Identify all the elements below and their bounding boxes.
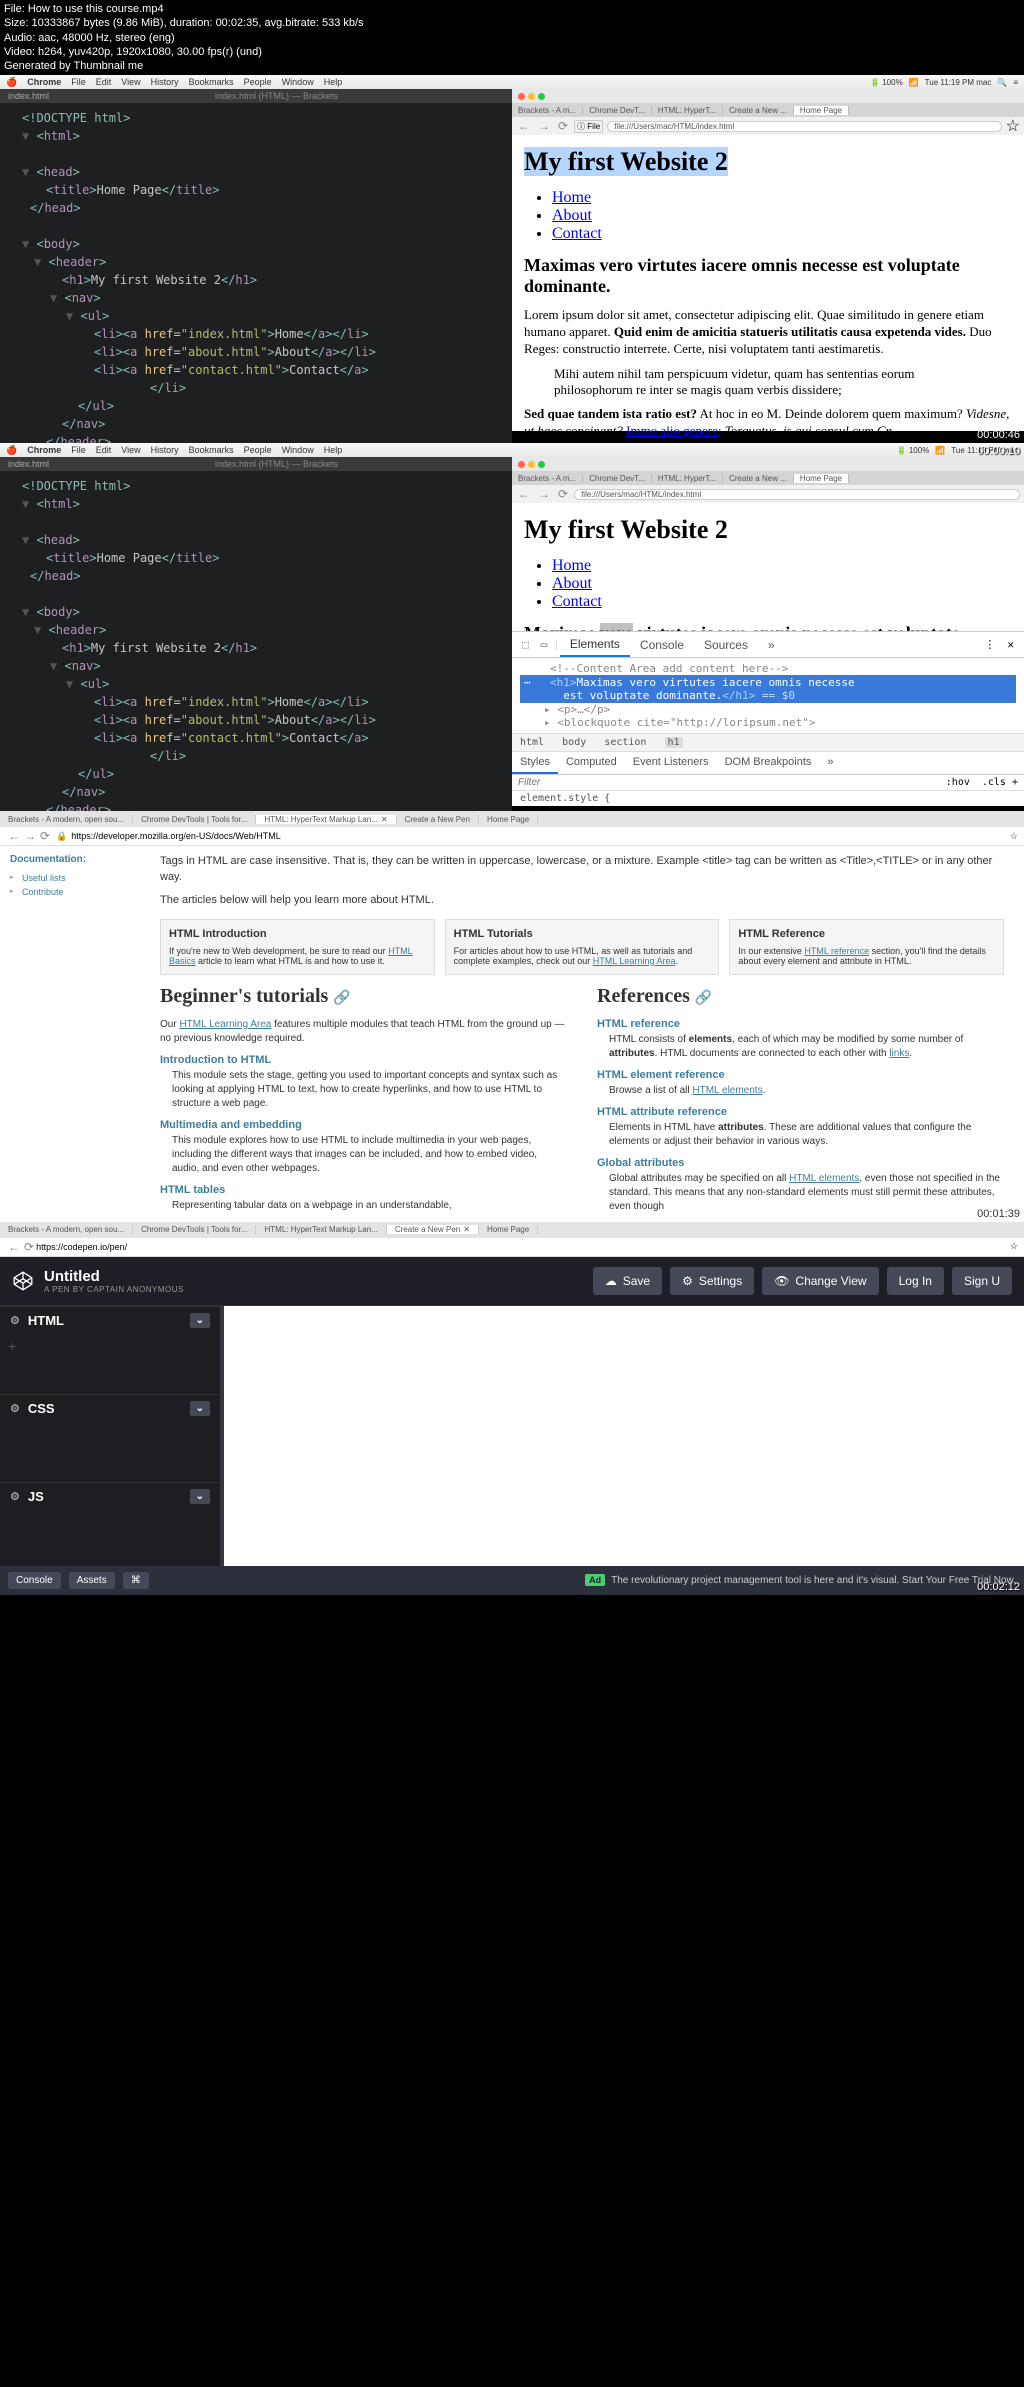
frame-2: 🍎Chrome FileEditView HistoryBookmarksPeo…	[0, 443, 1024, 811]
back-icon[interactable]: ←	[6, 829, 22, 843]
browser-tabs: Brackets - A m... Chrome DevT... HTML: H…	[512, 103, 1024, 117]
ad-badge: Ad	[585, 1574, 605, 1586]
browser-content: My first Website 2 Home About Contact Ma…	[512, 135, 1024, 431]
mdn-sidebar: Documentation: Useful lists Contribute	[10, 854, 160, 1213]
back-icon[interactable]: ←	[516, 487, 532, 501]
device-icon[interactable]: ▭	[535, 638, 554, 651]
page-h1: My first Website 2	[524, 147, 1012, 177]
tab-elements[interactable]: Elements	[560, 633, 630, 657]
gear-icon[interactable]: ⚙	[10, 1402, 20, 1415]
card-tutorials: HTML Tutorials For articles about how to…	[445, 919, 720, 975]
codepen-logo-icon	[12, 1270, 34, 1292]
editor-tab-bar: index.html index.html (HTML) — Brackets	[0, 89, 512, 103]
codepen-header: Untitled A PEN BY CAPTAIN ANONYMOUS ☁Sav…	[0, 1257, 1024, 1306]
back-icon[interactable]: ←	[516, 119, 532, 133]
card-intro: HTML Introduction If you're new to Web d…	[160, 919, 435, 975]
breadcrumb[interactable]: html body section h1	[512, 733, 1024, 752]
panel-js-header[interactable]: ⚙JS⌄	[0, 1482, 220, 1510]
gear-icon[interactable]: ⚙	[10, 1490, 20, 1503]
close-icon[interactable]: ✕	[1001, 638, 1020, 651]
signup-button[interactable]: Sign U	[952, 1267, 1012, 1295]
chevron-down-icon[interactable]: ⌄	[190, 1401, 210, 1416]
sidebar-item[interactable]: Contribute	[10, 885, 160, 899]
codepen-preview	[220, 1306, 1024, 1566]
shortcuts-button[interactable]: ⌘	[123, 1572, 149, 1589]
add-rule-icon[interactable]: +	[1012, 777, 1018, 788]
code-editor-2[interactable]: <!DOCTYPE html> ▼ <html> ▼ <head> <title…	[0, 471, 512, 811]
section-h2: Maximas vero virtutes iacere omnis neces…	[524, 255, 1012, 297]
reload-icon[interactable]: ⟳	[22, 1240, 36, 1254]
editor-tab[interactable]: index.html	[8, 91, 49, 101]
cloud-icon: ☁	[605, 1274, 617, 1288]
reload-icon[interactable]: ⟳	[556, 119, 570, 133]
gear-icon[interactable]: ⚙	[10, 1314, 20, 1327]
forward-icon[interactable]: →	[536, 119, 552, 133]
elements-tree[interactable]: <!--Content Area add content here--> ⋯ <…	[512, 658, 1024, 733]
close-tab-icon[interactable]: ✕	[381, 815, 388, 824]
star-icon[interactable]: ☆	[1006, 116, 1020, 136]
frame-3-mdn: Brackets - A modern, open sou... Chrome …	[0, 811, 1024, 1221]
sidebar-item[interactable]: Useful lists	[10, 871, 160, 885]
pen-author: A PEN BY CAPTAIN ANONYMOUS	[44, 1285, 184, 1294]
lock-icon: 🔒	[56, 831, 67, 842]
anchor-icon[interactable]: 🔗	[333, 991, 350, 1006]
mac-menubar: 🍎 Chrome File Edit View History Bookmark…	[0, 75, 1024, 89]
chevron-down-icon[interactable]: ⌄	[190, 1313, 210, 1328]
pen-title[interactable]: Untitled	[44, 1268, 184, 1285]
url-input[interactable]	[71, 831, 1010, 841]
url-input[interactable]	[36, 1242, 1010, 1252]
forward-icon[interactable]: →	[22, 829, 38, 843]
chrome-tabs: Brackets - A modern, open sou... Chrome …	[0, 811, 1024, 827]
forward-icon[interactable]: →	[536, 487, 552, 501]
frame-4-codepen: Brackets - A modern, open sou... Chrome …	[0, 1222, 1024, 1595]
login-button[interactable]: Log In	[887, 1267, 944, 1295]
devtools-panel: ⬚ ▭ | Elements Console Sources » ⋮ ✕ <!-…	[512, 631, 1024, 806]
url-input[interactable]: file:///Users/mac/HTML/index.html	[574, 489, 1020, 500]
close-tab-icon[interactable]: ✕	[463, 1225, 470, 1234]
eye-icon: 👁	[774, 1274, 789, 1288]
codepen-footer: Console Assets ⌘ Ad The revolutionary pr…	[0, 1566, 1024, 1595]
file-info-header: File: How to use this course.mp4 Size: 1…	[0, 0, 1024, 75]
reload-icon[interactable]: ⟳	[38, 829, 52, 843]
browser-toolbar: ← → ⟳ ⓘ File file:///Users/mac/HTML/inde…	[512, 117, 1024, 135]
nav-about-link[interactable]: About	[552, 207, 592, 224]
tab-sources[interactable]: Sources	[694, 634, 758, 656]
html-editor[interactable]: +	[0, 1334, 220, 1394]
chevron-down-icon[interactable]: ⌄	[190, 1489, 210, 1504]
code-editor[interactable]: <!DOCTYPE html> ▼ <html> ▼ <head> <title…	[0, 103, 512, 443]
kebab-icon[interactable]: ⋮	[978, 638, 1001, 651]
change-view-button[interactable]: 👁Change View	[762, 1267, 878, 1295]
codepen-editors: ⚙HTML⌄ + ⚙CSS⌄ ⚙JS⌄	[0, 1306, 220, 1566]
reload-icon[interactable]: ⟳	[556, 487, 570, 501]
anchor-icon[interactable]: 🔗	[695, 991, 712, 1006]
panel-html-header[interactable]: ⚙HTML⌄	[0, 1306, 220, 1334]
styles-filter-input[interactable]	[518, 777, 940, 788]
settings-button[interactable]: ⚙Settings	[670, 1267, 754, 1295]
back-icon[interactable]: ←	[6, 1240, 22, 1254]
frame-1: 🍎 Chrome File Edit View History Bookmark…	[0, 75, 1024, 443]
save-button[interactable]: ☁Save	[593, 1267, 662, 1295]
js-editor[interactable]	[0, 1510, 220, 1565]
nav-contact-link[interactable]: Contact	[552, 225, 602, 242]
ad-text[interactable]: The revolutionary project management too…	[611, 1575, 1016, 1586]
inspect-icon[interactable]: ⬚	[516, 638, 535, 651]
gear-icon: ⚙	[682, 1274, 693, 1288]
star-icon[interactable]: ☆	[1010, 831, 1018, 842]
mdn-main: Tags in HTML are case insensitive. That …	[160, 854, 1004, 1213]
panel-css-header[interactable]: ⚙CSS⌄	[0, 1394, 220, 1422]
tab-console[interactable]: Console	[630, 634, 694, 656]
nav-home-link[interactable]: Home	[552, 189, 591, 206]
console-button[interactable]: Console	[8, 1572, 61, 1589]
more-tabs-icon[interactable]: »	[758, 634, 785, 656]
timestamp: 00:00:46	[977, 429, 1020, 441]
url-input[interactable]: file:///Users/mac/HTML/index.html	[607, 121, 1001, 132]
css-editor[interactable]	[0, 1422, 220, 1482]
star-icon[interactable]: ☆	[1010, 1241, 1018, 1252]
assets-button[interactable]: Assets	[69, 1572, 115, 1589]
card-reference: HTML Reference In our extensive HTML ref…	[729, 919, 1004, 975]
